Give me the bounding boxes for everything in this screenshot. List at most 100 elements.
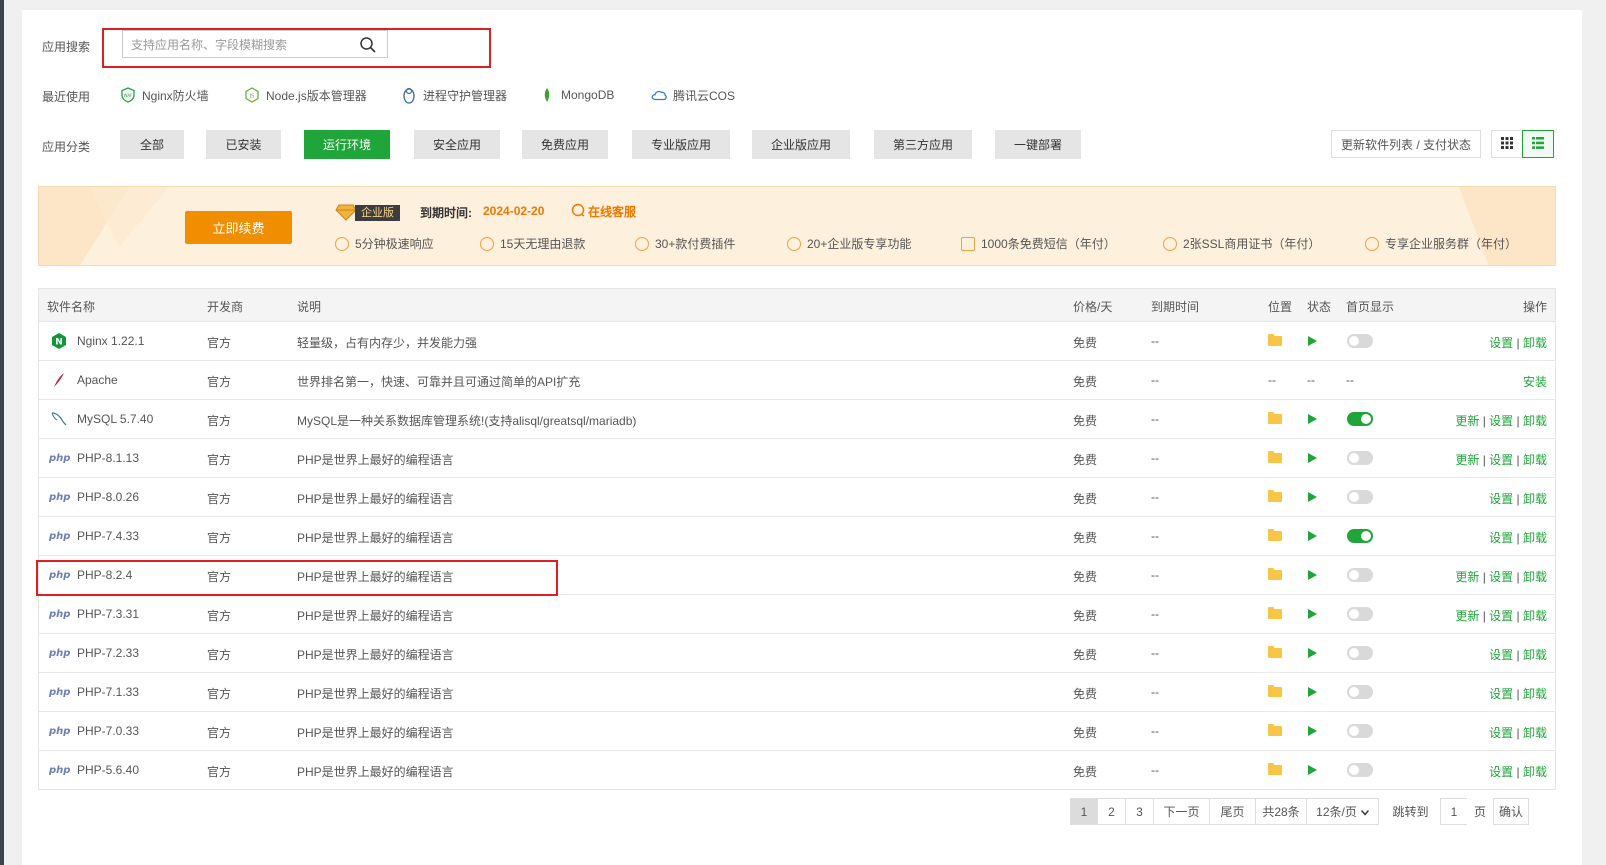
- col-price[interactable]: 价格/天: [1073, 298, 1112, 315]
- settings-link[interactable]: 设置: [1489, 492, 1513, 506]
- uninstall-link[interactable]: 卸载: [1523, 336, 1547, 350]
- uninstall-link[interactable]: 卸载: [1523, 492, 1547, 506]
- folder-icon[interactable]: [1268, 724, 1282, 736]
- folder-icon[interactable]: [1268, 334, 1282, 346]
- last-page-button[interactable]: 尾页: [1209, 798, 1256, 825]
- renew-button[interactable]: 立即续费: [185, 211, 292, 244]
- folder-icon[interactable]: [1268, 568, 1282, 580]
- software-name-cell[interactable]: php PHP-8.0.26: [49, 487, 139, 507]
- update-link[interactable]: 更新: [1455, 414, 1479, 428]
- settings-link[interactable]: 设置: [1489, 453, 1513, 467]
- software-name-cell[interactable]: php PHP-7.3.31: [49, 604, 139, 624]
- software-name-cell[interactable]: Apache: [49, 370, 118, 390]
- recent-item-nginx-waf[interactable]: WAF Nginx防火墙: [120, 85, 209, 105]
- uninstall-link[interactable]: 卸载: [1523, 765, 1547, 779]
- software-name-cell[interactable]: php PHP-7.4.33: [49, 526, 139, 546]
- folder-icon[interactable]: [1268, 451, 1282, 463]
- settings-link[interactable]: 设置: [1489, 531, 1513, 545]
- play-icon[interactable]: [1308, 414, 1317, 424]
- play-icon[interactable]: [1308, 453, 1317, 463]
- update-link[interactable]: 更新: [1455, 609, 1479, 623]
- folder-icon[interactable]: [1268, 529, 1282, 541]
- category-installed[interactable]: 已安装: [206, 130, 281, 159]
- search-input[interactable]: [129, 32, 358, 58]
- folder-icon[interactable]: [1268, 685, 1282, 697]
- recent-item-mongodb[interactable]: MongoDB: [539, 85, 614, 105]
- home-display-toggle[interactable]: [1347, 607, 1373, 621]
- play-icon[interactable]: [1308, 531, 1317, 541]
- home-display-toggle[interactable]: [1347, 451, 1373, 465]
- play-icon[interactable]: [1308, 492, 1317, 502]
- list-view-button[interactable]: [1522, 130, 1554, 158]
- software-name-cell[interactable]: php PHP-7.0.33: [49, 721, 139, 741]
- uninstall-link[interactable]: 卸载: [1523, 726, 1547, 740]
- recent-item-tencent-cos[interactable]: 腾讯云COS: [651, 85, 735, 105]
- per-page-select[interactable]: 12条/页: [1306, 798, 1379, 825]
- software-name-cell[interactable]: php PHP-5.6.40: [49, 760, 139, 780]
- category-pro[interactable]: 专业版应用: [632, 130, 730, 159]
- home-display-toggle[interactable]: [1347, 568, 1373, 582]
- software-name-cell[interactable]: N Nginx 1.22.1: [49, 331, 144, 351]
- page-3[interactable]: 3: [1125, 798, 1154, 825]
- settings-link[interactable]: 设置: [1489, 648, 1513, 662]
- home-display-toggle[interactable]: [1347, 685, 1373, 699]
- play-icon[interactable]: [1308, 765, 1317, 775]
- home-display-toggle[interactable]: [1347, 724, 1373, 738]
- page-2[interactable]: 2: [1097, 798, 1126, 825]
- folder-icon[interactable]: [1268, 412, 1282, 424]
- software-name-cell[interactable]: php PHP-7.1.33: [49, 682, 139, 702]
- uninstall-link[interactable]: 卸载: [1523, 687, 1547, 701]
- col-name[interactable]: 软件名称: [47, 298, 95, 315]
- uninstall-link[interactable]: 卸载: [1523, 453, 1547, 467]
- folder-icon[interactable]: [1268, 763, 1282, 775]
- uninstall-link[interactable]: 卸载: [1523, 609, 1547, 623]
- uninstall-link[interactable]: 卸载: [1523, 648, 1547, 662]
- update-link[interactable]: 更新: [1455, 570, 1479, 584]
- settings-link[interactable]: 设置: [1489, 687, 1513, 701]
- play-icon[interactable]: [1308, 648, 1317, 658]
- page-1[interactable]: 1: [1070, 798, 1098, 825]
- category-free[interactable]: 免费应用: [522, 130, 608, 159]
- home-display-toggle[interactable]: [1347, 646, 1373, 660]
- grid-view-button[interactable]: [1491, 130, 1523, 158]
- folder-icon[interactable]: [1268, 607, 1282, 619]
- play-icon[interactable]: [1308, 570, 1317, 580]
- settings-link[interactable]: 设置: [1489, 765, 1513, 779]
- install-link[interactable]: 安装: [1523, 375, 1547, 389]
- play-icon[interactable]: [1308, 609, 1317, 619]
- update-list-button[interactable]: 更新软件列表 / 支付状态: [1331, 130, 1481, 158]
- jump-confirm-button[interactable]: 确认: [1493, 798, 1529, 825]
- home-display-toggle[interactable]: [1347, 529, 1373, 543]
- update-link[interactable]: 更新: [1455, 453, 1479, 467]
- category-third-party[interactable]: 第三方应用: [874, 130, 972, 159]
- uninstall-link[interactable]: 卸载: [1523, 414, 1547, 428]
- recent-item-process-guard[interactable]: 进程守护管理器: [401, 85, 507, 105]
- category-security[interactable]: 安全应用: [414, 130, 500, 159]
- col-expire[interactable]: 到期时间: [1151, 298, 1199, 315]
- online-service-link[interactable]: 在线客服: [571, 203, 636, 220]
- search-field[interactable]: [122, 30, 388, 58]
- category-runtime[interactable]: 运行环境: [304, 130, 390, 159]
- folder-icon[interactable]: [1268, 646, 1282, 658]
- settings-link[interactable]: 设置: [1489, 726, 1513, 740]
- settings-link[interactable]: 设置: [1489, 609, 1513, 623]
- software-name-cell[interactable]: php PHP-7.2.33: [49, 643, 139, 663]
- play-icon[interactable]: [1308, 726, 1317, 736]
- settings-link[interactable]: 设置: [1489, 336, 1513, 350]
- home-display-toggle[interactable]: [1347, 412, 1373, 426]
- software-name-cell[interactable]: MySQL 5.7.40: [49, 409, 153, 429]
- next-page-button[interactable]: 下一页: [1153, 798, 1210, 825]
- category-one-click[interactable]: 一键部署: [995, 130, 1081, 159]
- uninstall-link[interactable]: 卸载: [1523, 531, 1547, 545]
- category-enterprise[interactable]: 企业版应用: [752, 130, 850, 159]
- uninstall-link[interactable]: 卸载: [1523, 570, 1547, 584]
- category-all[interactable]: 全部: [120, 130, 184, 159]
- folder-icon[interactable]: [1268, 490, 1282, 502]
- home-display-toggle[interactable]: [1347, 334, 1373, 348]
- search-icon[interactable]: [359, 36, 377, 54]
- jump-page-input[interactable]: 1: [1440, 798, 1468, 825]
- home-display-toggle[interactable]: [1347, 490, 1373, 504]
- recent-item-nodejs[interactable]: JS Node.js版本管理器: [244, 85, 367, 105]
- play-icon[interactable]: [1308, 336, 1317, 346]
- play-icon[interactable]: [1308, 687, 1317, 697]
